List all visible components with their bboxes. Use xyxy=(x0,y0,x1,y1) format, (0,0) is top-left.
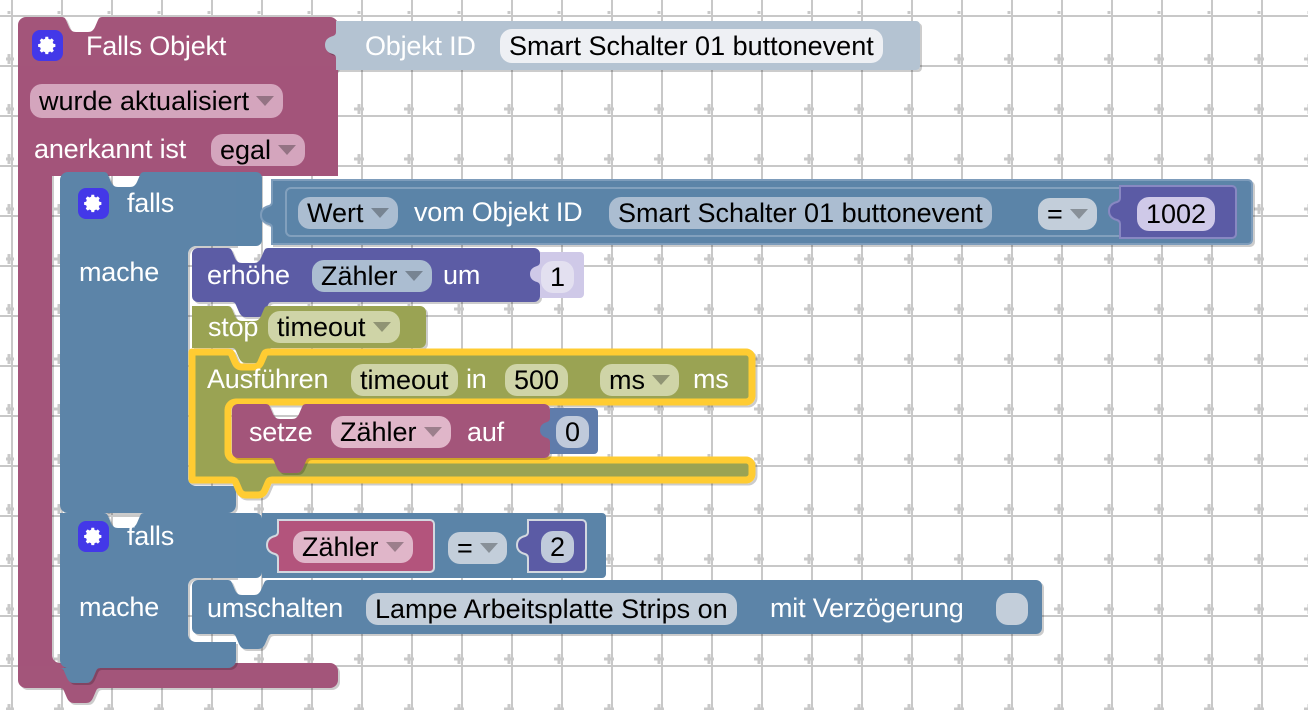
trigger-change-mode-value: wurde aktualisiert xyxy=(39,85,250,116)
compare-number-value: 1002 xyxy=(1146,198,1207,229)
run-timeout-unit-dropdown[interactable]: ms xyxy=(600,364,679,396)
increment-variable-dropdown[interactable]: Zähler xyxy=(312,260,432,292)
trigger-title: Falls Objekt xyxy=(86,31,227,61)
gear-icon[interactable] xyxy=(78,521,109,552)
trigger-object-id-value: Smart Schalter 01 buttonevent xyxy=(509,30,874,61)
toggle-object-id-value: Lampe Arbeitsplatte Strips on xyxy=(375,593,728,624)
value-source-value: Wert xyxy=(307,197,364,228)
chevron-down-icon xyxy=(1069,209,1088,219)
run-timeout-delay-value: 500 xyxy=(514,364,560,395)
increment-verb: erhöhe xyxy=(207,260,290,290)
trigger-change-mode-dropdown[interactable]: wurde aktualisiert xyxy=(30,84,284,118)
value-object-id-value: Smart Schalter 01 buttonevent xyxy=(618,197,983,228)
set-variable-name: Zähler xyxy=(340,416,417,447)
chevron-down-icon xyxy=(385,542,404,552)
trigger-ack-dropdown[interactable]: egal xyxy=(211,134,306,166)
increment-variable-value: Zähler xyxy=(321,260,398,291)
value-operator-dropdown[interactable]: = xyxy=(1038,198,1097,230)
set-variable-verb: setze xyxy=(249,417,313,447)
run-timeout-verb: Ausführen xyxy=(207,364,329,394)
trigger-ack-value: egal xyxy=(220,134,272,165)
run-timeout-unit-suffix: ms xyxy=(693,364,729,394)
run-timeout-delay-input[interactable]: 500 xyxy=(505,364,569,396)
trigger-ack-label: anerkannt ist xyxy=(34,134,186,164)
counter-variable-value: Zähler xyxy=(302,531,379,562)
gear-icon[interactable] xyxy=(78,188,109,219)
increment-amount-input[interactable]: 1 xyxy=(541,261,575,293)
chevron-down-icon xyxy=(370,208,389,218)
set-variable-value: 0 xyxy=(565,416,581,447)
run-timeout-name-value: timeout xyxy=(360,364,449,395)
toggle-delay-input[interactable] xyxy=(996,593,1028,625)
toggle-verb: umschalten xyxy=(207,593,344,623)
chevron-down-icon xyxy=(652,375,670,385)
if-value-if-label: falls xyxy=(127,188,175,218)
set-variable-dropdown[interactable]: Zähler xyxy=(331,416,451,448)
stop-timeout-name-value: timeout xyxy=(277,311,366,342)
counter-operator-dropdown[interactable]: = xyxy=(448,532,507,564)
chevron-down-icon xyxy=(479,543,498,553)
chevron-down-icon xyxy=(278,145,297,155)
counter-compare-input[interactable]: 2 xyxy=(541,531,575,563)
trigger-object-id-input[interactable]: Smart Schalter 01 buttonevent xyxy=(500,29,883,63)
value-operator-value: = xyxy=(1047,198,1063,229)
set-variable-to-label: auf xyxy=(467,417,504,447)
gear-icon[interactable] xyxy=(32,30,63,61)
counter-variable-dropdown[interactable]: Zähler xyxy=(293,531,413,563)
toggle-object-id-input[interactable]: Lampe Arbeitsplatte Strips on xyxy=(366,593,737,625)
toggle-delay-label: mit Verzögerung xyxy=(770,593,964,623)
chevron-down-icon xyxy=(372,322,391,332)
set-variable-value-input[interactable]: 0 xyxy=(556,416,590,448)
trigger-object-id-label: Objekt ID xyxy=(365,31,476,61)
value-from-label: vom Objekt ID xyxy=(414,197,583,227)
run-timeout-unit-value: ms xyxy=(609,364,645,395)
blockly-workspace[interactable]: Falls Objekt wurde aktualisiert anerkann… xyxy=(0,0,1308,710)
stop-timeout-verb: stop xyxy=(208,312,259,342)
chevron-down-icon xyxy=(404,271,423,281)
run-timeout-in-label: in xyxy=(466,364,487,394)
if-counter-do-label: mache xyxy=(79,592,160,622)
counter-operator-value: = xyxy=(457,532,473,563)
counter-compare-value: 2 xyxy=(550,531,566,562)
value-object-id-input[interactable]: Smart Schalter 01 buttonevent xyxy=(609,197,992,229)
if-counter-if-label: falls xyxy=(127,521,175,551)
increment-amount-value: 1 xyxy=(550,261,566,292)
if-value-do-label: mache xyxy=(79,257,160,287)
increment-by-label: um xyxy=(443,260,481,290)
run-timeout-name-dropdown[interactable]: timeout xyxy=(351,364,458,396)
stop-timeout-name-dropdown[interactable]: timeout xyxy=(268,311,400,343)
chevron-down-icon xyxy=(423,427,442,437)
compare-number-input[interactable]: 1002 xyxy=(1137,197,1216,231)
value-source-dropdown[interactable]: Wert xyxy=(298,197,398,229)
chevron-down-icon xyxy=(256,96,275,106)
